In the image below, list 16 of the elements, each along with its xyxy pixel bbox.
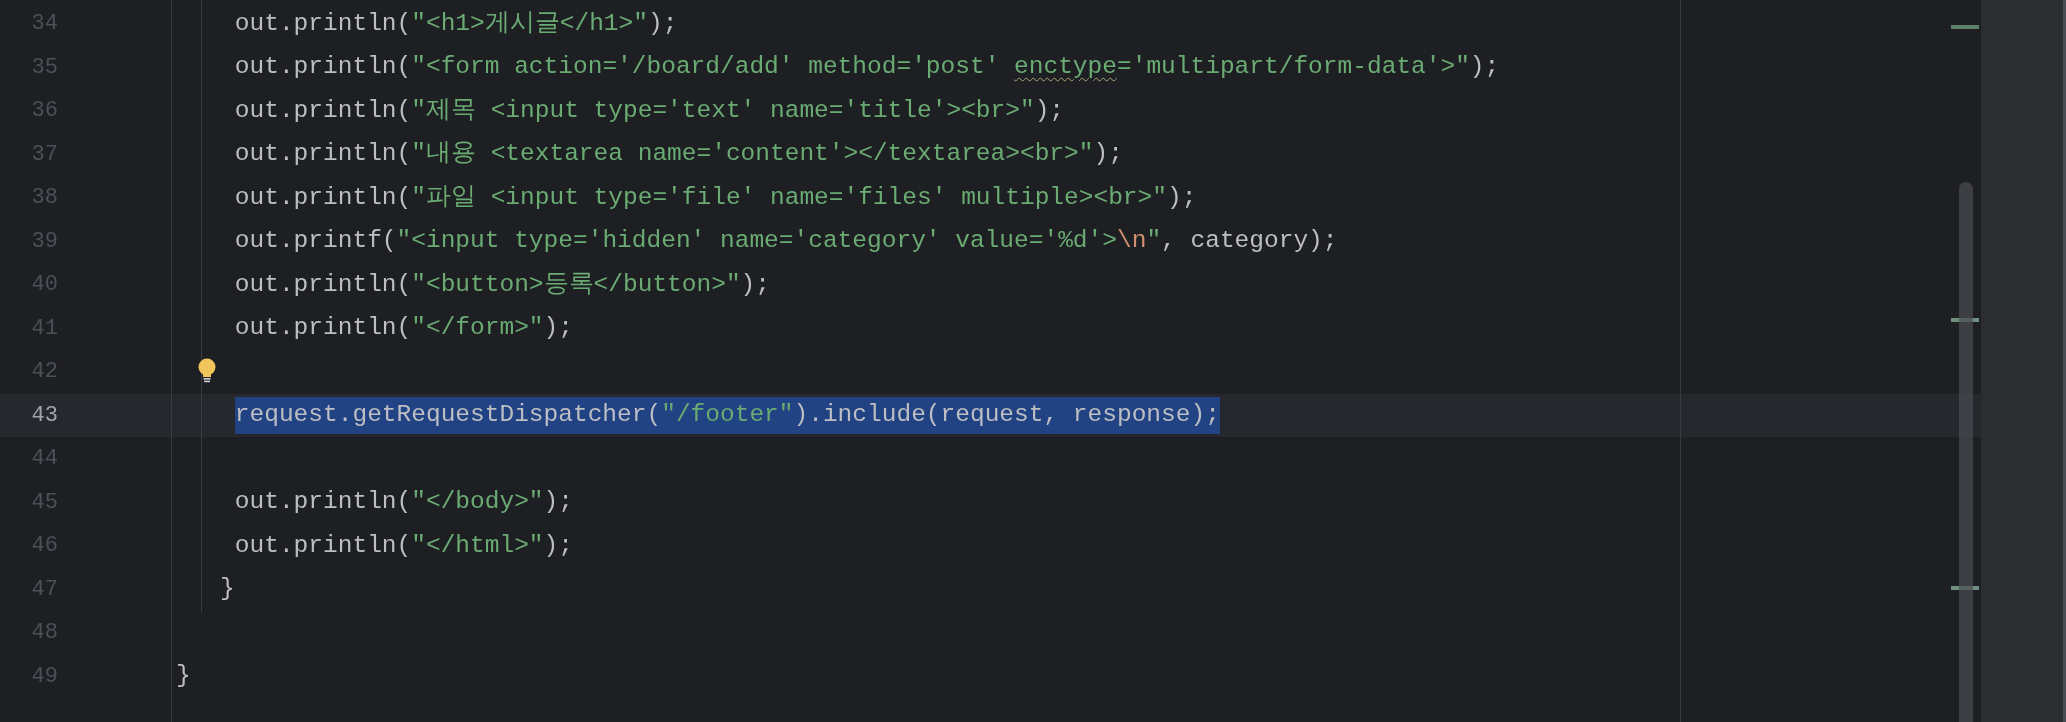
- code-line: out.println("</html>");: [234, 530, 573, 561]
- code-line: out.println("제목 <input type='text' name='title'><br>");: [234, 95, 1065, 126]
- scrollbar-thumb[interactable]: [1959, 182, 1973, 722]
- code-line: out.printf("<input type='hidden' name='category' value='%d'>\n", category);: [234, 226, 1338, 256]
- code-line: }: [220, 574, 235, 604]
- code-line: out.println("<button>등록</button>");: [234, 269, 770, 300]
- lightbulb-icon[interactable]: [198, 358, 216, 384]
- code-line: out.println("<form action='/board/add' method='post' enctype='multipart/form-data'>");: [234, 52, 1500, 82]
- code-line: out.println("<h1>게시글</h1>");: [234, 8, 678, 39]
- change-marker: [1951, 25, 1979, 29]
- code-line: out.println("</form>");: [234, 313, 573, 343]
- code-line: }: [176, 661, 191, 691]
- code-line: out.println("내용 <textarea name='content'></textarea><br>");: [234, 139, 1123, 169]
- code-line: out.println("</body>");: [234, 487, 573, 517]
- line-number: 43: [30, 401, 58, 430]
- code-line: out.println("파일 <input type='file' name='files' multiple><br>");: [234, 182, 1197, 213]
